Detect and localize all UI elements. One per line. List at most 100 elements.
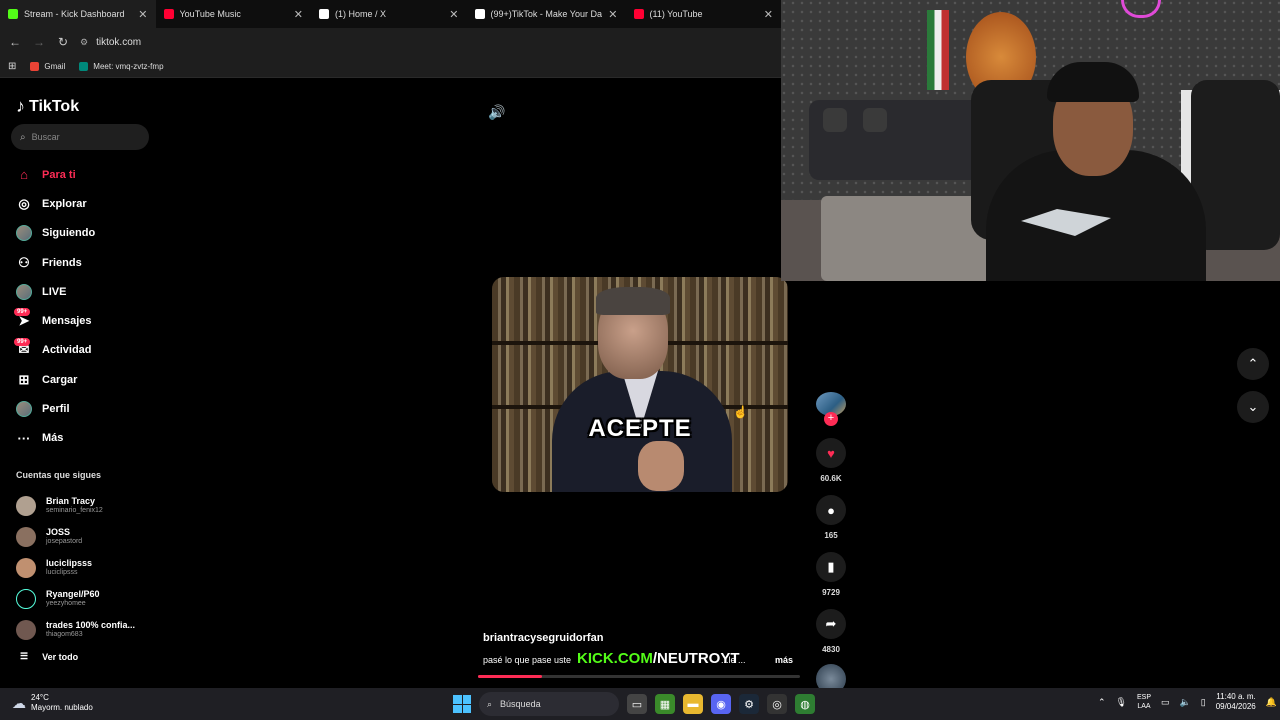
- menu-item-label: Actividad: [42, 344, 92, 357]
- share-action[interactable]: ➦ 4830: [816, 609, 846, 654]
- url-field[interactable]: ⚙ tiktok.com: [80, 37, 141, 48]
- temperature: 24°C: [31, 693, 49, 702]
- browser-tab[interactable]: YouTube Music ✕: [156, 0, 312, 28]
- language-indicator[interactable]: ESP LAA: [1137, 693, 1151, 711]
- webcam-pillow: [863, 108, 887, 132]
- avatar: [16, 401, 32, 418]
- browser-tab[interactable]: (1) Home / X ✕: [311, 0, 467, 28]
- clock-time: 11:40 a. m.: [1216, 692, 1256, 701]
- menu-item-más[interactable]: ··· Más: [0, 424, 155, 453]
- clock[interactable]: 11:40 a. m. 09/04/2026: [1216, 692, 1256, 712]
- task-view-icon[interactable]: ▭: [627, 694, 647, 714]
- tab-close-icon[interactable]: ✕: [449, 8, 458, 21]
- followed-account[interactable]: luciclipsss luciclipsss: [16, 552, 156, 583]
- battery-icon[interactable]: ▯: [1201, 697, 1206, 708]
- brand-name: TikTok: [29, 97, 80, 115]
- previous-video-icon[interactable]: ⌃: [1237, 348, 1269, 380]
- weather-widget[interactable]: ☁ 24°C Mayorm. nublado: [12, 693, 93, 713]
- minecraft-icon[interactable]: ▦: [655, 694, 675, 714]
- discord-icon[interactable]: ◉: [711, 694, 731, 714]
- chrome-icon[interactable]: ◍: [795, 694, 815, 714]
- profile-avatar-icon: [16, 401, 32, 418]
- comment-action[interactable]: ● 165: [816, 495, 846, 540]
- tab-title: (99+)TikTok - Make Your Da...: [490, 9, 603, 19]
- bookmark-meet[interactable]: Meet: vmq-zvtz-fmp: [79, 62, 164, 71]
- more-link[interactable]: más: [775, 655, 793, 665]
- controller-icon[interactable]: ◎: [767, 694, 787, 714]
- live-avatar-icon: [16, 283, 32, 300]
- share-icon[interactable]: ➦: [816, 609, 846, 639]
- taskbar-search[interactable]: ⌕ Búsqueda: [479, 692, 619, 716]
- avatar: [16, 619, 36, 640]
- browser-tab[interactable]: (11) YouTube ✕: [626, 0, 782, 28]
- like-action[interactable]: ♥ 60.6K: [816, 438, 846, 483]
- avatar: [16, 283, 32, 300]
- menu-item-live[interactable]: LIVE: [0, 277, 155, 306]
- reload-icon[interactable]: ↻: [56, 35, 70, 49]
- network-icon[interactable]: ▭: [1161, 697, 1170, 708]
- video-player[interactable]: ACEPTE: [492, 277, 788, 492]
- speaker-figure: [552, 287, 732, 492]
- menu-item-mensajes[interactable]: ➤ 99+ Mensajes: [0, 306, 155, 335]
- tab-close-icon[interactable]: ✕: [764, 8, 773, 21]
- follow-plus-icon[interactable]: +: [824, 412, 838, 426]
- forward-icon[interactable]: →: [32, 35, 46, 49]
- menu-item-cargar[interactable]: ⊞ Cargar: [0, 365, 155, 394]
- browser-tab[interactable]: (99+)TikTok - Make Your Da... ✕: [467, 0, 626, 28]
- menu-item-perfil[interactable]: Perfil: [0, 394, 155, 423]
- video-progress-bar[interactable]: [478, 675, 800, 678]
- volume-icon[interactable]: 🔊: [488, 104, 505, 121]
- video-progress-fill: [478, 675, 543, 678]
- notification-bell-icon[interactable]: 🔔: [1266, 697, 1277, 708]
- followed-account[interactable]: trades 100% confia... thiagom683: [16, 614, 156, 645]
- menu-item-label: Explorar: [42, 197, 87, 210]
- followed-account[interactable]: JOSS josepastord: [16, 521, 156, 552]
- bookmark-icon[interactable]: ▮: [816, 552, 846, 582]
- back-icon[interactable]: ←: [8, 35, 22, 49]
- windows-start-icon[interactable]: [453, 695, 471, 713]
- tab-close-icon[interactable]: ✕: [608, 8, 617, 21]
- account-handle: josepastord: [46, 537, 83, 545]
- speaker-hand: [638, 441, 684, 491]
- comment-icon[interactable]: ●: [816, 495, 846, 525]
- bookmark-gmail[interactable]: Gmail: [30, 62, 65, 71]
- tab-close-icon[interactable]: ✕: [294, 8, 303, 21]
- next-video-icon[interactable]: ⌄: [1237, 391, 1269, 423]
- menu-item-siguiendo[interactable]: Siguiendo: [0, 219, 155, 248]
- tiktok-logo[interactable]: ♪ TikTok: [16, 96, 79, 117]
- menu-item-para-ti[interactable]: ⌂ Para ti: [0, 160, 155, 189]
- save-action[interactable]: ▮ 9729: [816, 552, 846, 597]
- like-count: 60.6K: [820, 474, 842, 483]
- compass-icon: ◎: [18, 195, 30, 211]
- taskbar-search-label: Búsqueda: [500, 699, 541, 709]
- notification-badge: 99+: [14, 337, 31, 346]
- tray-chevron-icon[interactable]: ⌃: [1098, 697, 1106, 708]
- streamer-cap: [1047, 62, 1139, 102]
- action-column: + ♥ 60.6K ● 165 ▮ 9729 ➦ 4830: [816, 392, 846, 694]
- account-name: Brian Tracy: [46, 495, 96, 506]
- heart-icon[interactable]: ♥: [816, 438, 846, 468]
- list-icon: ☰: [20, 651, 29, 661]
- menu-item-friends[interactable]: ⚇ Friends: [0, 248, 155, 277]
- video-author[interactable]: briantracysegruidorfan: [483, 632, 603, 644]
- speaker-icon[interactable]: 🔈: [1180, 697, 1191, 708]
- clock-date: 09/04/2026: [1215, 702, 1256, 711]
- menu-item-label: Mensajes: [42, 315, 92, 328]
- site-info-icon[interactable]: ⚙: [80, 37, 88, 48]
- file-explorer-icon[interactable]: ▬: [683, 694, 703, 714]
- followed-account[interactable]: Ryangel/P60 yeezyhomee: [16, 583, 156, 614]
- streamer-webcam: [781, 0, 1280, 281]
- notification-badge: 99+: [14, 308, 31, 317]
- search-input[interactable]: [31, 132, 132, 142]
- followed-account[interactable]: Brian Tracy seminario_fenix12: [16, 490, 156, 521]
- browser-tab[interactable]: Stream - Kick Dashboard ✕: [0, 0, 156, 28]
- menu-item-actividad[interactable]: ✉ 99+ Actividad: [0, 336, 155, 365]
- menu-item-explorar[interactable]: ◎ Explorar: [0, 189, 155, 218]
- apps-grid-icon[interactable]: ⊞: [8, 61, 16, 72]
- microphone-icon[interactable]: 🎙: [1116, 697, 1127, 708]
- see-all-button[interactable]: ☰ Ver todo: [20, 651, 78, 662]
- gmail-icon: [30, 62, 40, 71]
- tab-close-icon[interactable]: ✕: [138, 8, 147, 21]
- steam-icon[interactable]: ⚙: [739, 694, 759, 714]
- avatar: [16, 225, 32, 242]
